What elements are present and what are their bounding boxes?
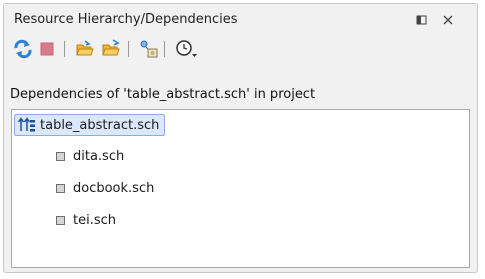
- open-folder-button[interactable]: [74, 38, 96, 60]
- dependency-tree[interactable]: table_abstract.sch dita.sch docbook.sch …: [11, 109, 470, 268]
- stop-icon: [40, 42, 54, 56]
- history-button[interactable]: [174, 38, 200, 60]
- maximize-button[interactable]: [414, 12, 430, 28]
- stop-button[interactable]: [36, 38, 58, 60]
- tree-item-label: dita.sch: [73, 148, 125, 164]
- tree-item-dita[interactable]: dita.sch: [56, 146, 124, 166]
- configure-folder-button[interactable]: [100, 38, 122, 60]
- refresh-icon: [14, 39, 32, 59]
- file-icon: [56, 183, 65, 193]
- tree-item-docbook[interactable]: docbook.sch: [56, 178, 154, 198]
- tree-item-tei[interactable]: tei.sch: [56, 210, 116, 230]
- refresh-button[interactable]: [12, 38, 34, 60]
- close-button[interactable]: [440, 12, 456, 28]
- tree-item-label: tei.sch: [73, 212, 116, 228]
- panel-titlebar: Resource Hierarchy/Dependencies: [4, 4, 477, 36]
- reference-graph-icon: [140, 40, 158, 58]
- toolbar-separator: [164, 41, 165, 57]
- dependencies-label: Dependencies of 'table_abstract.sch' in …: [10, 87, 316, 102]
- file-icon: [56, 151, 65, 161]
- toolbar: [10, 38, 471, 62]
- panel-title: Resource Hierarchy/Dependencies: [14, 12, 238, 27]
- dependency-tree-icon: [18, 117, 35, 132]
- resource-hierarchy-panel: Resource Hierarchy/Dependencies Dependen…: [3, 3, 478, 273]
- close-icon: [443, 15, 453, 25]
- maximize-icon: [416, 15, 427, 25]
- toolbar-separator: [128, 41, 129, 57]
- tree-item-label: docbook.sch: [73, 180, 155, 196]
- open-folder-icon: [76, 40, 94, 56]
- configure-folder-icon: [102, 39, 120, 56]
- history-icon: [176, 40, 197, 57]
- reference-graph-button[interactable]: [138, 38, 160, 60]
- toolbar-separator: [64, 41, 65, 57]
- file-icon: [56, 215, 65, 225]
- tree-root-label: table_abstract.sch: [40, 117, 160, 133]
- tree-root-item[interactable]: table_abstract.sch: [14, 114, 166, 136]
